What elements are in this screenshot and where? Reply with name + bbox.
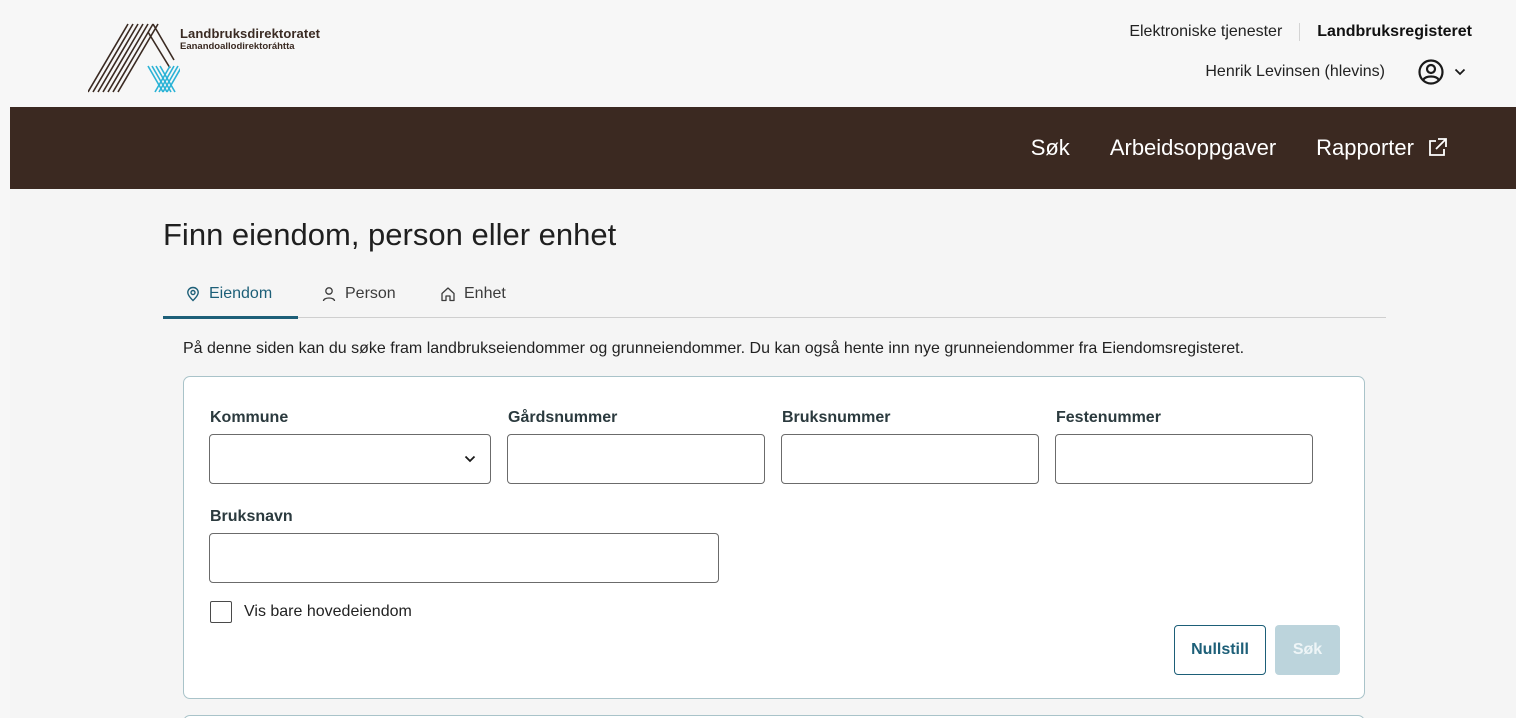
page-title: Finn eiendom, person eller enhet	[163, 217, 617, 252]
nav-item-sok[interactable]: Søk	[1031, 135, 1070, 161]
page: Landbruksdirektoratet Eanandoallodirekto…	[10, 8, 1516, 718]
person-icon	[322, 287, 336, 302]
tab-label: Enhet	[464, 285, 506, 302]
logo-mark-icon	[88, 23, 180, 93]
chevron-down-icon	[464, 455, 476, 463]
tab-enhet[interactable]: Enhet	[440, 280, 506, 318]
bruksnavn-input[interactable]	[209, 533, 719, 583]
top-link-landbruksregisteret[interactable]: Landbruksregisteret	[1317, 23, 1472, 41]
logo-name: Landbruksdirektoratet	[180, 26, 321, 41]
top-links-divider	[1299, 23, 1301, 41]
house-icon	[441, 287, 455, 302]
search-tabs: Eiendom Person Enhet	[163, 280, 1386, 319]
hovedeiendom-checkbox-row[interactable]: Vis bare hovedeiendom	[210, 601, 412, 623]
nav-item-rapporter[interactable]: Rapporter	[1316, 135, 1448, 161]
festenummer-label: Festenummer	[1056, 409, 1161, 426]
gardsnummer-input[interactable]	[507, 434, 765, 484]
external-link-icon	[1429, 138, 1447, 156]
nav-item-label: Arbeidsoppgaver	[1109, 135, 1277, 160]
reset-button[interactable]: Nullstill	[1174, 625, 1266, 675]
bruksnummer-label: Bruksnummer	[782, 409, 891, 426]
logo-subname: Eanandoallodirektoráhtta	[180, 41, 295, 52]
location-pin-icon	[187, 286, 199, 302]
site-header: Landbruksdirektoratet Eanandoallodirekto…	[10, 8, 1516, 107]
bruksnavn-label: Bruksnavn	[210, 508, 293, 525]
search-button[interactable]: Søk	[1275, 625, 1340, 675]
gardsnummer-label: Gårdsnummer	[508, 409, 618, 426]
top-link-elektroniske-tjenester[interactable]: Elektroniske tjenester	[1129, 23, 1282, 41]
intro-text: På denne siden kan du søke fram landbruk…	[183, 340, 1245, 357]
tab-label: Person	[345, 285, 396, 302]
user-circle-icon[interactable]	[1417, 58, 1445, 86]
nav-item-label: Rapporter	[1316, 135, 1414, 160]
kommune-label: Kommune	[210, 409, 289, 426]
tab-person[interactable]: Person	[321, 280, 396, 318]
tab-eiendom[interactable]: Eiendom	[163, 280, 298, 319]
top-links: Elektroniske tjenester Landbruksregister…	[1129, 23, 1472, 41]
festenummer-input[interactable]	[1055, 434, 1313, 484]
tab-label: Eiendom	[209, 285, 273, 302]
nav-item-label: Søk	[1030, 135, 1070, 160]
nav-item-arbeidsoppgaver[interactable]: Arbeidsoppgaver	[1110, 135, 1276, 161]
user-menu[interactable]: Henrik Levinsen (hlevins)	[1205, 58, 1466, 86]
chevron-down-icon[interactable]	[1454, 68, 1466, 76]
user-name: Henrik Levinsen (hlevins)	[1205, 63, 1385, 80]
logo[interactable]: Landbruksdirektoratet Eanandoallodirekto…	[88, 22, 368, 94]
hovedeiendom-checkbox-label: Vis bare hovedeiendom	[244, 603, 412, 620]
main-nav: Søk Arbeidsoppgaver Rapporter	[10, 107, 1516, 189]
bruksnummer-input[interactable]	[781, 434, 1039, 484]
kommune-select[interactable]	[209, 434, 491, 484]
hovedeiendom-checkbox[interactable]	[210, 601, 232, 623]
search-form-card: Kommune Gårdsnummer Bruksnummer Festenum…	[183, 376, 1365, 699]
